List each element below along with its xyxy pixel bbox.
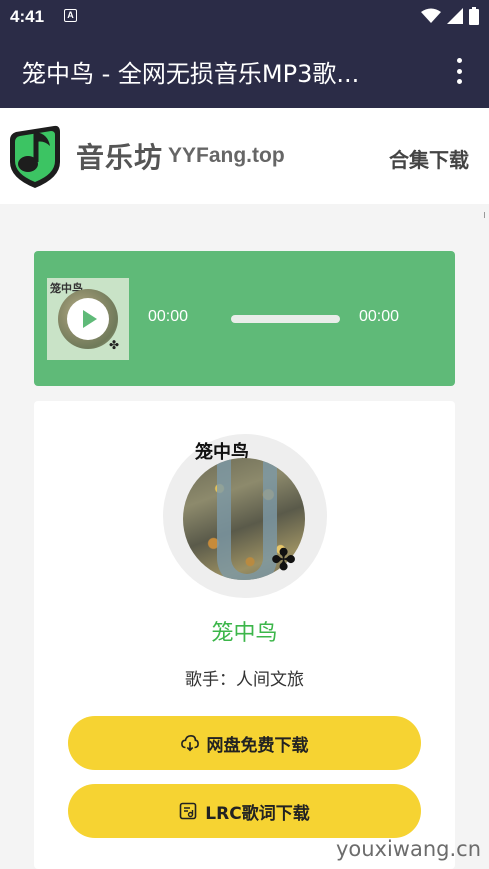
logo-text[interactable]: 音乐坊 [76,136,163,176]
time-current: 00:00 [148,308,189,325]
cloud-download-icon [180,734,199,752]
site-header: 音乐坊 YYFang.top 合集下载 [0,108,489,204]
app-bar: 笼中鸟 - 全网无损音乐MP3歌... [0,34,489,108]
netdisk-download-button[interactable]: 网盘免费下载 [68,716,421,770]
lrc-download-label: LRC歌词下载 [205,803,310,824]
watermark: youxiwang.cn [335,837,481,861]
song-card: 笼中鸟 ✤ 笼中鸟 歌手：人间文旅 网盘免费下载 LRC歌词下载 [34,401,455,869]
lrc-download-button[interactable]: LRC歌词下载 [68,784,421,838]
a-box-icon: A [64,9,77,22]
wifi-icon [421,8,441,23]
progress-bar[interactable] [231,315,340,323]
status-bar: 4:41 A [0,0,489,34]
audio-player: 笼中鸟 ✤ 00:00 00:00 [34,251,455,386]
battery-icon [469,7,479,25]
clover-icon: ✤ [271,543,297,578]
song-artist: 歌手：人间文旅 [185,670,304,690]
signal-icon [447,8,463,24]
time-duration: 00:00 [359,308,400,325]
status-time: 4:41 [10,7,45,26]
clover-icon: ✤ [108,338,119,352]
song-cover: 笼中鸟 ✤ [163,434,327,598]
edge-divider [484,212,489,218]
app-title: 笼中鸟 - 全网无损音乐MP3歌... [22,60,360,88]
status-icons [421,7,479,25]
music-note-logo-icon[interactable] [6,122,64,190]
play-icon[interactable] [67,298,109,340]
player-cover[interactable]: 笼中鸟 ✤ [47,278,129,360]
lyrics-file-icon [179,802,197,820]
collection-download-link[interactable]: 合集下载 [389,144,469,173]
song-cover-river [217,458,277,580]
song-title: 笼中鸟 [211,621,278,646]
netdisk-download-label: 网盘免费下载 [206,735,309,756]
more-vert-icon[interactable] [447,58,471,84]
logo-domain[interactable]: YYFang.top [168,144,285,168]
